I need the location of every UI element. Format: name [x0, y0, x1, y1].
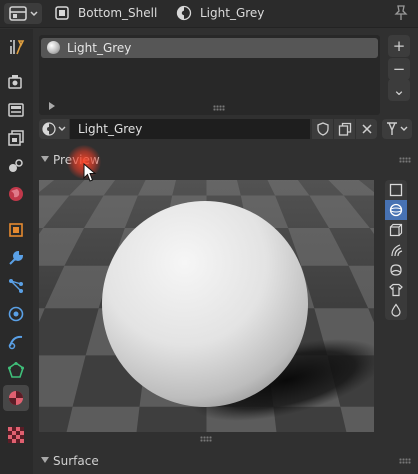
material-selector: Light_Grey	[39, 119, 377, 139]
collapse-triangle-icon	[41, 457, 49, 463]
preview-type-hair[interactable]	[385, 240, 407, 260]
add-slot-button[interactable]: +	[388, 35, 410, 57]
tab-data[interactable]	[3, 357, 29, 383]
droplet-icon	[391, 303, 401, 317]
editor-type-icon	[9, 6, 38, 21]
pin-icon[interactable]	[394, 5, 408, 21]
preview-type-cube[interactable]	[385, 220, 407, 240]
tab-texture[interactable]	[3, 422, 29, 448]
wrench-icon	[9, 250, 24, 265]
cloth-icon	[389, 283, 403, 297]
sphere-icon	[389, 203, 403, 217]
tab-physics[interactable]	[3, 301, 29, 327]
constraints-icon	[8, 335, 23, 350]
tab-view-layer[interactable]	[3, 125, 29, 151]
tab-scene[interactable]	[3, 153, 29, 179]
properties-tab-bar	[0, 29, 33, 474]
chevron-down-icon: ⌄	[392, 81, 406, 99]
tab-world[interactable]	[3, 181, 29, 207]
unlink-material-button[interactable]	[356, 119, 377, 139]
world-icon	[9, 187, 23, 201]
square-icon	[389, 183, 403, 197]
fake-user-button[interactable]	[312, 119, 333, 139]
surface-panel-title: Surface	[53, 454, 99, 468]
panel-drag-grip-icon[interactable]	[399, 458, 411, 464]
preview-type-fluid[interactable]	[385, 300, 407, 320]
close-icon	[361, 124, 372, 134]
preview-type-sphere[interactable]	[385, 200, 407, 220]
material-slot-label: Light_Grey	[67, 41, 132, 55]
cube-icon	[389, 223, 403, 237]
tab-render[interactable]	[3, 69, 29, 95]
material-slot-list[interactable]: Light_Grey	[39, 35, 380, 115]
slot-specials-button[interactable]: ⌄	[388, 79, 410, 101]
surface-panel-header[interactable]: Surface	[33, 450, 418, 472]
panel-drag-grip-icon[interactable]	[399, 157, 411, 163]
preview-resize-grip-icon[interactable]	[200, 436, 212, 442]
sphere-icon	[47, 41, 60, 54]
particles-icon	[9, 279, 23, 293]
mouse-cursor-icon	[83, 163, 97, 182]
expand-triangle-icon[interactable]	[49, 102, 55, 110]
material-icon	[42, 122, 66, 136]
remove-slot-button[interactable]: −	[388, 58, 410, 80]
mesh-data-icon	[8, 362, 24, 378]
duplicate-icon	[338, 122, 351, 136]
preview-type-cloth[interactable]	[385, 280, 407, 300]
preview-sphere	[102, 201, 308, 407]
material-name-header[interactable]: Light_Grey	[200, 6, 264, 20]
preview-type-monkey[interactable]	[385, 260, 407, 280]
physics-icon	[8, 306, 24, 322]
browse-material-button[interactable]	[39, 119, 69, 139]
material-icon	[9, 391, 23, 405]
tab-output[interactable]	[3, 97, 29, 123]
tab-particles[interactable]	[3, 273, 29, 299]
scene-icon	[9, 159, 23, 172]
view-layer-icon	[8, 130, 24, 146]
tab-object[interactable]	[3, 217, 29, 243]
output-icon	[8, 103, 24, 117]
node-tree-button[interactable]	[382, 119, 412, 139]
node-tree-icon	[387, 122, 408, 135]
preview-render	[39, 180, 374, 432]
preview-type-flat[interactable]	[385, 180, 407, 200]
render-icon	[8, 75, 22, 89]
tab-material[interactable]	[3, 385, 29, 411]
minus-icon: −	[392, 60, 406, 78]
tab-constraints[interactable]	[3, 329, 29, 355]
monkey-icon	[390, 264, 402, 276]
tab-tool[interactable]	[3, 34, 29, 60]
checker-icon	[8, 427, 24, 443]
material-preview	[39, 180, 374, 432]
material-icon	[176, 5, 192, 21]
plus-icon: +	[392, 37, 406, 55]
editor-type-button[interactable]	[4, 3, 42, 24]
collapse-triangle-icon	[41, 156, 49, 162]
shield-icon	[316, 122, 329, 136]
tool-icon	[10, 40, 25, 55]
material-slot-item[interactable]: Light_Grey	[41, 38, 378, 58]
object-icon	[9, 223, 23, 237]
object-name[interactable]: Bottom_Shell	[78, 6, 157, 20]
resize-grip-icon[interactable]	[213, 105, 225, 111]
mesh-object-icon	[55, 6, 69, 20]
material-properties: Light_Grey + − ⌄ Light_Grey Surface	[33, 29, 418, 474]
duplicate-material-button[interactable]	[334, 119, 355, 139]
tab-modifiers[interactable]	[3, 245, 29, 271]
hair-icon	[391, 244, 403, 257]
properties-header: Bottom_Shell Light_Grey	[0, 0, 418, 28]
material-name-field[interactable]: Light_Grey	[70, 119, 310, 139]
